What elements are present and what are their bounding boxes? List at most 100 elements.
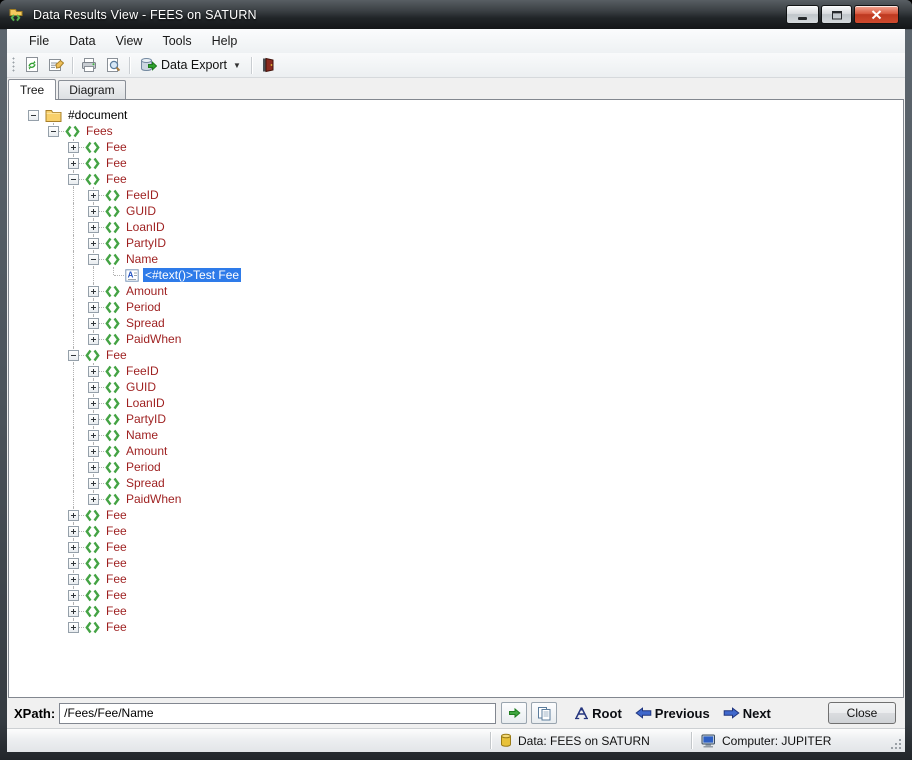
expand-toggle[interactable] xyxy=(68,542,79,553)
expand-toggle[interactable] xyxy=(88,478,99,489)
tree-node-label[interactable]: Amount xyxy=(124,284,169,298)
root-button[interactable]: Root xyxy=(574,706,622,721)
expand-toggle[interactable] xyxy=(88,414,99,425)
tree-node-label[interactable]: Fee xyxy=(104,172,129,186)
tree-node-label[interactable]: Period xyxy=(124,460,163,474)
tree-node-row: FeeID xyxy=(24,363,903,379)
tree-node-label[interactable]: PartyID xyxy=(124,236,168,250)
titlebar[interactable]: Data Results View - FEES on SATURN xyxy=(0,0,912,29)
element-icon xyxy=(105,445,120,458)
tree-node-label[interactable]: PaidWhen xyxy=(124,332,183,346)
close-window-button[interactable] xyxy=(854,5,899,24)
refresh-button[interactable] xyxy=(21,55,43,75)
tree-node-label[interactable]: Fee xyxy=(104,156,129,170)
expand-toggle[interactable] xyxy=(88,334,99,345)
close-button[interactable]: Close xyxy=(828,702,896,724)
expand-toggle[interactable] xyxy=(88,238,99,249)
menu-file[interactable]: File xyxy=(19,29,59,53)
expand-toggle[interactable] xyxy=(68,510,79,521)
expand-toggle[interactable] xyxy=(88,430,99,441)
copy-xpath-button[interactable] xyxy=(531,702,557,724)
maximize-button[interactable] xyxy=(821,5,852,24)
expand-toggle[interactable] xyxy=(88,462,99,473)
collapse-toggle[interactable] xyxy=(88,254,99,265)
tree-node-label[interactable]: LoanID xyxy=(124,220,167,234)
expand-toggle[interactable] xyxy=(68,142,79,153)
tree-node-label[interactable]: Fee xyxy=(104,556,129,570)
tree-node-label[interactable]: PaidWhen xyxy=(124,492,183,506)
expand-toggle[interactable] xyxy=(88,398,99,409)
next-button[interactable]: Next xyxy=(723,706,771,721)
properties-button[interactable] xyxy=(45,55,67,75)
menu-tools[interactable]: Tools xyxy=(152,29,201,53)
tree-node-label[interactable]: #document xyxy=(66,108,129,122)
tree-node-label[interactable]: Fee xyxy=(104,588,129,602)
tree-node-label[interactable]: Spread xyxy=(124,476,167,490)
tab-diagram[interactable]: Diagram xyxy=(58,80,125,99)
previous-button[interactable]: Previous xyxy=(635,706,710,721)
tree-node-label[interactable]: Fee xyxy=(104,604,129,618)
expand-toggle[interactable] xyxy=(88,302,99,313)
tree-node-label[interactable]: Fees xyxy=(84,124,115,138)
collapse-toggle[interactable] xyxy=(48,126,59,137)
element-icon xyxy=(105,397,120,410)
tree-node-label[interactable]: GUID xyxy=(124,380,158,394)
tree-node-row: Fee xyxy=(24,603,903,619)
expand-toggle[interactable] xyxy=(88,382,99,393)
tree-guide xyxy=(24,123,44,139)
expand-toggle[interactable] xyxy=(88,222,99,233)
tree-guide xyxy=(64,603,84,619)
expand-toggle[interactable] xyxy=(68,574,79,585)
tree-node-label[interactable]: Fee xyxy=(104,508,129,522)
tree-node-label[interactable]: Fee xyxy=(104,140,129,154)
tree-node-label[interactable]: Period xyxy=(124,300,163,314)
menu-view[interactable]: View xyxy=(106,29,153,53)
expand-toggle[interactable] xyxy=(88,318,99,329)
tab-tree[interactable]: Tree xyxy=(8,79,56,100)
expand-toggle[interactable] xyxy=(68,158,79,169)
tree-node-label[interactable]: Fee xyxy=(104,620,129,634)
menu-help[interactable]: Help xyxy=(202,29,248,53)
expand-toggle[interactable] xyxy=(68,606,79,617)
print-button[interactable] xyxy=(78,55,100,75)
print-preview-button[interactable] xyxy=(102,55,124,75)
exit-button[interactable] xyxy=(257,55,279,75)
resize-grip[interactable] xyxy=(890,738,902,750)
expand-toggle[interactable] xyxy=(88,446,99,457)
tree-node-label[interactable]: Fee xyxy=(104,524,129,538)
toolbar-grip[interactable] xyxy=(12,57,16,73)
expand-toggle[interactable] xyxy=(68,526,79,537)
collapse-toggle[interactable] xyxy=(28,110,39,121)
xpath-input[interactable] xyxy=(59,703,496,724)
tree-node-row: GUID xyxy=(24,379,903,395)
tree-node-label[interactable]: FeeID xyxy=(124,364,161,378)
tree-guide xyxy=(64,363,84,379)
expand-toggle[interactable] xyxy=(88,206,99,217)
expand-toggle[interactable] xyxy=(68,558,79,569)
data-export-button[interactable]: Data Export ▼ xyxy=(135,55,246,75)
menu-data[interactable]: Data xyxy=(59,29,105,53)
tree-node-label[interactable]: Amount xyxy=(124,444,169,458)
tree-node-label[interactable]: PartyID xyxy=(124,412,168,426)
tree-node-label[interactable]: Spread xyxy=(124,316,167,330)
expand-toggle[interactable] xyxy=(68,622,79,633)
expand-toggle[interactable] xyxy=(88,366,99,377)
expand-toggle[interactable] xyxy=(88,190,99,201)
expand-toggle[interactable] xyxy=(88,494,99,505)
tree-node-label[interactable]: Name xyxy=(124,428,160,442)
expand-toggle[interactable] xyxy=(88,286,99,297)
collapse-toggle[interactable] xyxy=(68,174,79,185)
minimize-button[interactable] xyxy=(786,5,819,24)
tree-node-label[interactable]: Fee xyxy=(104,540,129,554)
tree-node-label[interactable]: GUID xyxy=(124,204,158,218)
tree-node-label[interactable]: Fee xyxy=(104,348,129,362)
tree-guide xyxy=(64,379,84,395)
tree-node-label[interactable]: LoanID xyxy=(124,396,167,410)
collapse-toggle[interactable] xyxy=(68,350,79,361)
tree-node-label[interactable]: Name xyxy=(124,252,160,266)
tree-node-label[interactable]: <#text()>Test Fee xyxy=(143,268,241,282)
xpath-go-button[interactable] xyxy=(501,702,527,724)
expand-toggle[interactable] xyxy=(68,590,79,601)
tree-node-label[interactable]: FeeID xyxy=(124,188,161,202)
tree-node-label[interactable]: Fee xyxy=(104,572,129,586)
